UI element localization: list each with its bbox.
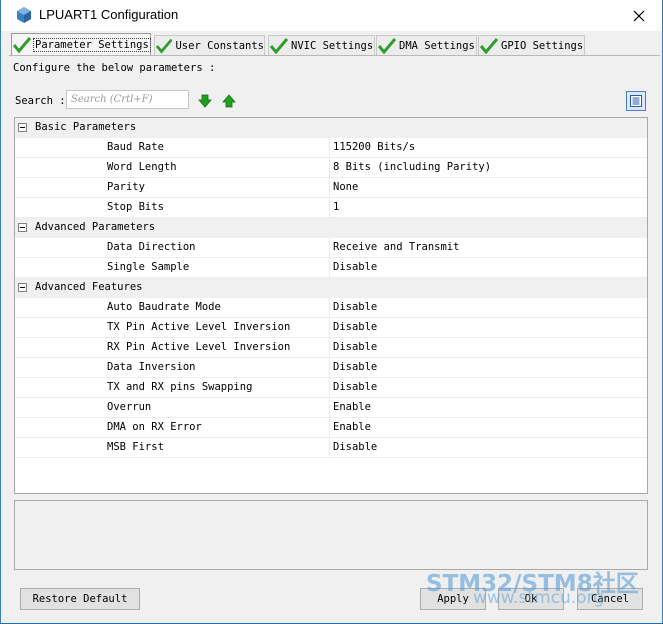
close-icon	[633, 10, 645, 21]
column-divider	[329, 198, 330, 217]
param-value[interactable]: Receive and Transmit	[333, 241, 459, 253]
param-value[interactable]: Disable	[333, 441, 377, 453]
param-value[interactable]: 115200 Bits/s	[333, 141, 415, 153]
param-value[interactable]: Disable	[333, 341, 377, 353]
collapse-icon[interactable]	[18, 223, 27, 232]
restore-default-button[interactable]: Restore Default	[20, 588, 140, 610]
param-value[interactable]: 1	[333, 201, 339, 213]
title-bar[interactable]: LPUART1 Configuration	[1, 0, 662, 31]
column-divider	[329, 238, 330, 257]
arrow-up-icon[interactable]	[222, 94, 236, 108]
param-name: Parity	[107, 181, 145, 193]
param-name: MSB First	[107, 441, 164, 453]
param-name: Overrun	[107, 401, 152, 413]
param-value[interactable]: Disable	[333, 261, 377, 273]
param-name: Data Inversion	[107, 361, 196, 373]
param-value[interactable]: Disable	[333, 321, 377, 333]
param-row-data-inversion[interactable]: Data Inversion Disable	[15, 358, 647, 378]
param-name: RX Pin Active Level Inversion	[107, 341, 291, 353]
param-value[interactable]: None	[333, 181, 358, 193]
param-row-data-direction[interactable]: Data Direction Receive and Transmit	[15, 238, 647, 258]
param-row-auto-baudrate-mode[interactable]: Auto Baudrate Mode Disable	[15, 298, 647, 318]
param-row-msb-first[interactable]: MSB First Disable	[15, 438, 647, 458]
description-panel	[14, 500, 648, 570]
tab-gpio-settings[interactable]: GPIO Settings	[478, 35, 585, 55]
param-name: Baud Rate	[107, 141, 164, 153]
param-value[interactable]: Disable	[333, 381, 377, 393]
tab-label: Parameter Settings	[33, 38, 151, 52]
tab-dma-settings[interactable]: DMA Settings	[376, 35, 477, 55]
collapse-icon[interactable]	[18, 123, 27, 132]
param-value[interactable]: Disable	[333, 361, 377, 373]
param-name: Single Sample	[107, 261, 190, 273]
param-row-baud-rate[interactable]: Baud Rate 115200 Bits/s	[15, 138, 647, 158]
tab-parameter-settings[interactable]: Parameter Settings	[11, 33, 151, 56]
param-row-single-sample[interactable]: Single Sample Disable	[15, 258, 647, 278]
tab-label: GPIO Settings	[501, 39, 584, 52]
tab-user-constants[interactable]: User Constants	[154, 35, 265, 55]
tab-label: NVIC Settings	[291, 39, 374, 52]
column-divider	[329, 178, 330, 197]
section-label: Advanced Features	[35, 281, 143, 293]
param-name: TX Pin Active Level Inversion	[107, 321, 291, 333]
column-divider	[329, 318, 330, 337]
param-row-rx-pin-inversion[interactable]: RX Pin Active Level Inversion Disable	[15, 338, 647, 358]
param-row-parity[interactable]: Parity None	[15, 178, 647, 198]
column-divider	[329, 338, 330, 357]
list-view-button[interactable]	[626, 91, 646, 111]
green-checkmark-icon	[13, 37, 31, 53]
green-checkmark-icon	[156, 38, 173, 54]
param-name: Word Length	[107, 161, 177, 173]
param-row-overrun[interactable]: Overrun Enable	[15, 398, 647, 418]
param-row-stop-bits[interactable]: Stop Bits 1	[15, 198, 647, 218]
section-label: Advanced Parameters	[35, 221, 156, 233]
column-divider	[329, 258, 330, 277]
param-value[interactable]: Enable	[333, 401, 371, 413]
param-name: DMA on RX Error	[107, 421, 202, 433]
column-divider	[329, 298, 330, 317]
search-label: Search :	[15, 95, 66, 107]
column-divider	[329, 418, 330, 437]
section-row-basic-parameters[interactable]: Basic Parameters	[15, 118, 647, 138]
param-row-pins-swapping[interactable]: TX and RX pins Swapping Disable	[15, 378, 647, 398]
column-divider	[329, 358, 330, 377]
close-button[interactable]	[616, 0, 662, 31]
list-view-icon	[630, 95, 642, 107]
watermark-url: www.stmcu.org	[473, 588, 605, 608]
tab-label: User Constants	[175, 39, 264, 52]
column-divider	[329, 378, 330, 397]
configure-instruction: Configure the below parameters :	[13, 62, 216, 74]
param-row-word-length[interactable]: Word Length 8 Bits (including Parity)	[15, 158, 647, 178]
param-value[interactable]: 8 Bits (including Parity)	[333, 161, 491, 173]
column-divider	[329, 438, 330, 457]
param-name: TX and RX pins Swapping	[107, 381, 253, 393]
tab-nvic-settings[interactable]: NVIC Settings	[268, 35, 375, 55]
param-name: Auto Baudrate Mode	[107, 301, 221, 313]
tab-label: DMA Settings	[399, 39, 475, 52]
section-row-advanced-features[interactable]: Advanced Features	[15, 278, 647, 298]
param-row-dma-on-rx-error[interactable]: DMA on RX Error Enable	[15, 418, 647, 438]
column-divider	[329, 138, 330, 157]
param-name: Stop Bits	[107, 201, 164, 213]
window-title: LPUART1 Configuration	[39, 7, 179, 22]
arrow-down-icon[interactable]	[198, 94, 212, 108]
cube-app-icon	[17, 7, 31, 23]
param-row-tx-pin-inversion[interactable]: TX Pin Active Level Inversion Disable	[15, 318, 647, 338]
param-value[interactable]: Disable	[333, 301, 377, 313]
column-divider	[329, 398, 330, 417]
config-dialog: LPUART1 Configuration Parameter Settings…	[0, 0, 663, 623]
search-input[interactable]	[66, 90, 189, 109]
green-checkmark-icon	[270, 37, 288, 54]
column-divider	[329, 158, 330, 177]
green-checkmark-icon	[480, 37, 498, 54]
section-label: Basic Parameters	[35, 121, 137, 133]
section-row-advanced-parameters[interactable]: Advanced Parameters	[15, 218, 647, 238]
collapse-icon[interactable]	[18, 283, 27, 292]
param-value[interactable]: Enable	[333, 421, 371, 433]
green-checkmark-icon	[378, 37, 396, 54]
param-name: Data Direction	[107, 241, 196, 253]
parameter-grid: Basic Parameters Baud Rate 115200 Bits/s…	[14, 117, 648, 494]
